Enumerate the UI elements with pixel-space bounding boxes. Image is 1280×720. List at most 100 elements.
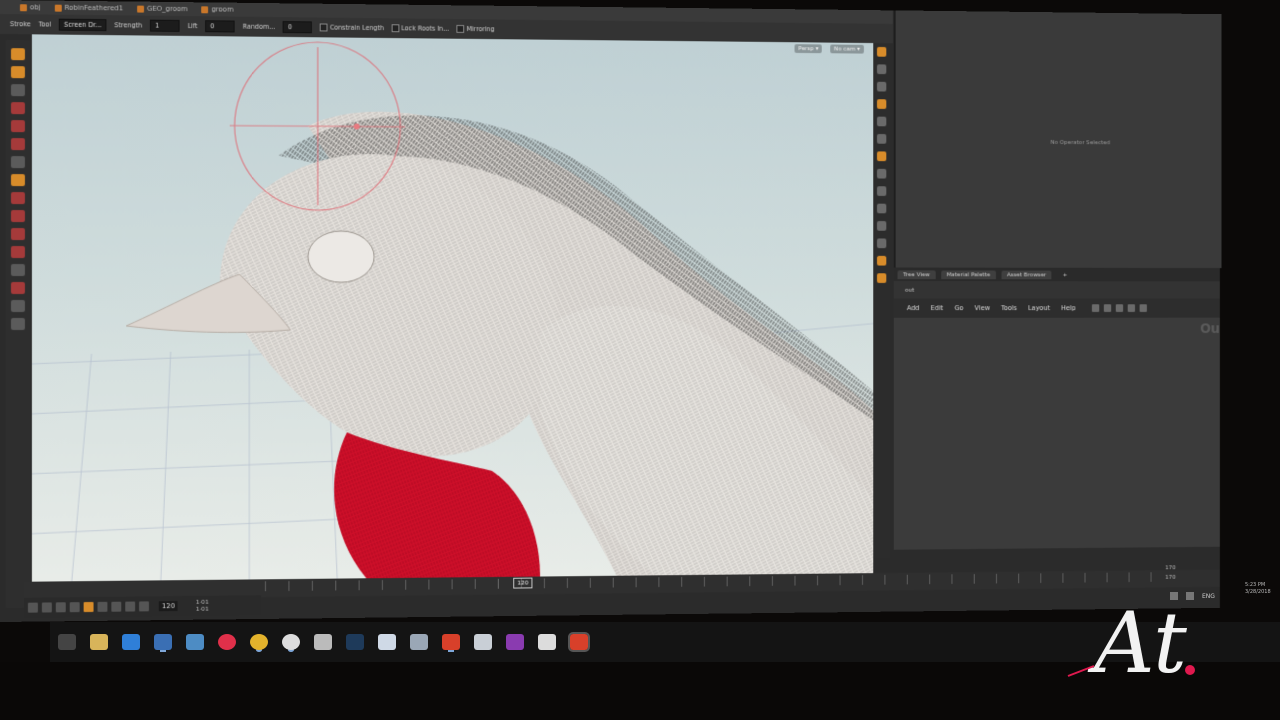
screen-dropdown[interactable]: Screen Dr... <box>59 19 106 31</box>
smooth-tool-icon[interactable] <box>11 210 25 222</box>
network-editor[interactable]: Ou <box>894 318 1220 550</box>
menu-help[interactable]: Help <box>1061 304 1076 312</box>
step-forward-icon[interactable] <box>111 602 121 612</box>
menu-tools[interactable]: Tools <box>1001 304 1017 312</box>
menu-view[interactable]: View <box>975 304 990 312</box>
render-icon[interactable] <box>877 273 886 283</box>
last-frame-icon[interactable] <box>139 601 149 611</box>
path-tab-robin[interactable]: RobinFeathered1 <box>54 4 123 13</box>
first-frame-icon[interactable] <box>28 603 38 613</box>
list-icon[interactable] <box>1116 304 1123 312</box>
plant-tool-icon[interactable] <box>11 282 25 294</box>
pane-tabs: Tree View Material Palette Asset Browser… <box>894 268 1220 282</box>
play-icon[interactable] <box>98 602 108 612</box>
taskbar-clock[interactable]: 5:23 PM 3/28/2018 <box>1245 582 1271 596</box>
app-red-icon[interactable] <box>218 634 236 650</box>
add-tab-button[interactable]: + <box>1057 270 1073 279</box>
stop-icon[interactable] <box>84 602 94 612</box>
transform-tool-icon[interactable] <box>11 66 25 78</box>
constrain-length-checkbox[interactable]: Constrain Length <box>320 23 384 32</box>
tab-material-palette[interactable]: Material Palette <box>941 270 996 279</box>
tool-icon[interactable] <box>474 634 492 650</box>
3d-viewport[interactable]: Persp ▾ No cam ▾ <box>32 34 873 581</box>
stroke-mode-label[interactable]: Stroke <box>10 20 31 28</box>
mirroring-checkbox[interactable]: Mirroring <box>457 25 495 33</box>
home-icon[interactable] <box>1140 304 1147 312</box>
path-tab-geo-groom[interactable]: GEO_groom <box>137 5 188 14</box>
lift-field[interactable]: 0 <box>205 20 234 32</box>
step-back-icon[interactable] <box>56 602 66 612</box>
houdini-icon[interactable] <box>314 634 332 650</box>
path-node[interactable]: out <box>905 286 914 293</box>
tool-mode-label[interactable]: Tool <box>39 20 52 28</box>
obs-icon[interactable] <box>282 634 300 650</box>
photos-icon[interactable] <box>186 634 204 650</box>
network-tool-icons <box>1092 304 1147 312</box>
menu-go[interactable]: Go <box>954 304 963 312</box>
points-icon[interactable] <box>877 169 886 179</box>
menu-layout[interactable]: Layout <box>1028 304 1050 312</box>
tab-tree-view[interactable]: Tree View <box>898 270 936 279</box>
onenote-icon[interactable] <box>506 634 524 650</box>
groom-tool-icon[interactable] <box>11 174 25 186</box>
houdini-red-icon[interactable] <box>442 634 460 650</box>
strength-field[interactable]: 1 <box>150 20 180 32</box>
notes-icon[interactable] <box>378 634 396 650</box>
tab-asset-browser[interactable]: Asset Browser <box>1001 270 1051 279</box>
play-reverse-icon[interactable] <box>70 602 80 612</box>
ghost-icon[interactable] <box>877 134 886 144</box>
vertex-icon[interactable] <box>877 221 886 231</box>
chat-icon[interactable] <box>538 634 556 650</box>
magnet-tool-icon[interactable] <box>11 246 25 258</box>
path-tab-groom[interactable]: groom <box>202 5 234 13</box>
lights-icon[interactable] <box>877 117 886 127</box>
chrome-icon[interactable] <box>250 634 268 650</box>
random-field[interactable]: 0 <box>283 21 312 33</box>
file-explorer-icon[interactable] <box>90 634 108 650</box>
start-frame-2[interactable]: 1·01 <box>196 606 209 613</box>
edge-icon[interactable] <box>122 634 140 650</box>
length-tool-icon[interactable] <box>11 156 25 168</box>
comb-tool-icon[interactable] <box>11 120 25 132</box>
normals-icon[interactable] <box>877 186 886 196</box>
next-key-icon[interactable] <box>125 602 135 612</box>
end-frame-label: 170 <box>1165 564 1175 571</box>
pose-tool-icon[interactable] <box>11 318 25 330</box>
clump-tool-icon[interactable] <box>11 264 25 276</box>
twist-tool-icon[interactable] <box>11 228 25 240</box>
overlay-icon[interactable] <box>877 256 886 266</box>
select-tool-icon[interactable] <box>11 48 25 60</box>
houdini-active-icon[interactable] <box>570 634 588 650</box>
prev-key-icon[interactable] <box>42 602 52 612</box>
start-frame-fields: 1·01 1·01 <box>196 599 209 613</box>
cut-tool-icon[interactable] <box>11 138 25 150</box>
prim-icon[interactable] <box>877 238 886 248</box>
grid-icon[interactable] <box>1104 304 1111 312</box>
wrench-icon[interactable] <box>1092 304 1099 312</box>
current-frame-marker[interactable]: 120 <box>513 578 532 589</box>
view-tool-icon[interactable] <box>11 84 25 96</box>
tile-icon[interactable] <box>1128 304 1135 312</box>
path-tab-obj[interactable]: obj <box>20 3 41 11</box>
snapshot-icon[interactable] <box>877 151 886 161</box>
display-options-icon[interactable] <box>877 47 886 57</box>
menu-edit[interactable]: Edit <box>931 304 944 312</box>
lock-roots-checkbox[interactable]: Lock Roots In... <box>392 24 449 32</box>
mail-icon[interactable] <box>154 634 172 650</box>
watermark-text: At <box>1087 594 1187 684</box>
camera-icon[interactable] <box>877 82 886 92</box>
photoshop-icon[interactable] <box>346 634 364 650</box>
lift-tool-icon[interactable] <box>11 192 25 204</box>
folder-icon[interactable] <box>410 634 428 650</box>
frame-field[interactable]: 120 <box>159 601 178 611</box>
shading-icon[interactable] <box>877 99 886 109</box>
lock-icon[interactable] <box>877 64 886 74</box>
handle-tool-icon[interactable] <box>11 300 25 312</box>
camera-menu[interactable]: No cam ▾ <box>830 45 864 54</box>
groom-icon <box>202 6 209 13</box>
wire-icon[interactable] <box>877 204 886 214</box>
windows-icon[interactable] <box>58 634 76 650</box>
brush-tool-icon[interactable] <box>11 102 25 114</box>
menu-add[interactable]: Add <box>907 304 920 312</box>
persp-menu[interactable]: Persp ▾ <box>795 44 823 53</box>
